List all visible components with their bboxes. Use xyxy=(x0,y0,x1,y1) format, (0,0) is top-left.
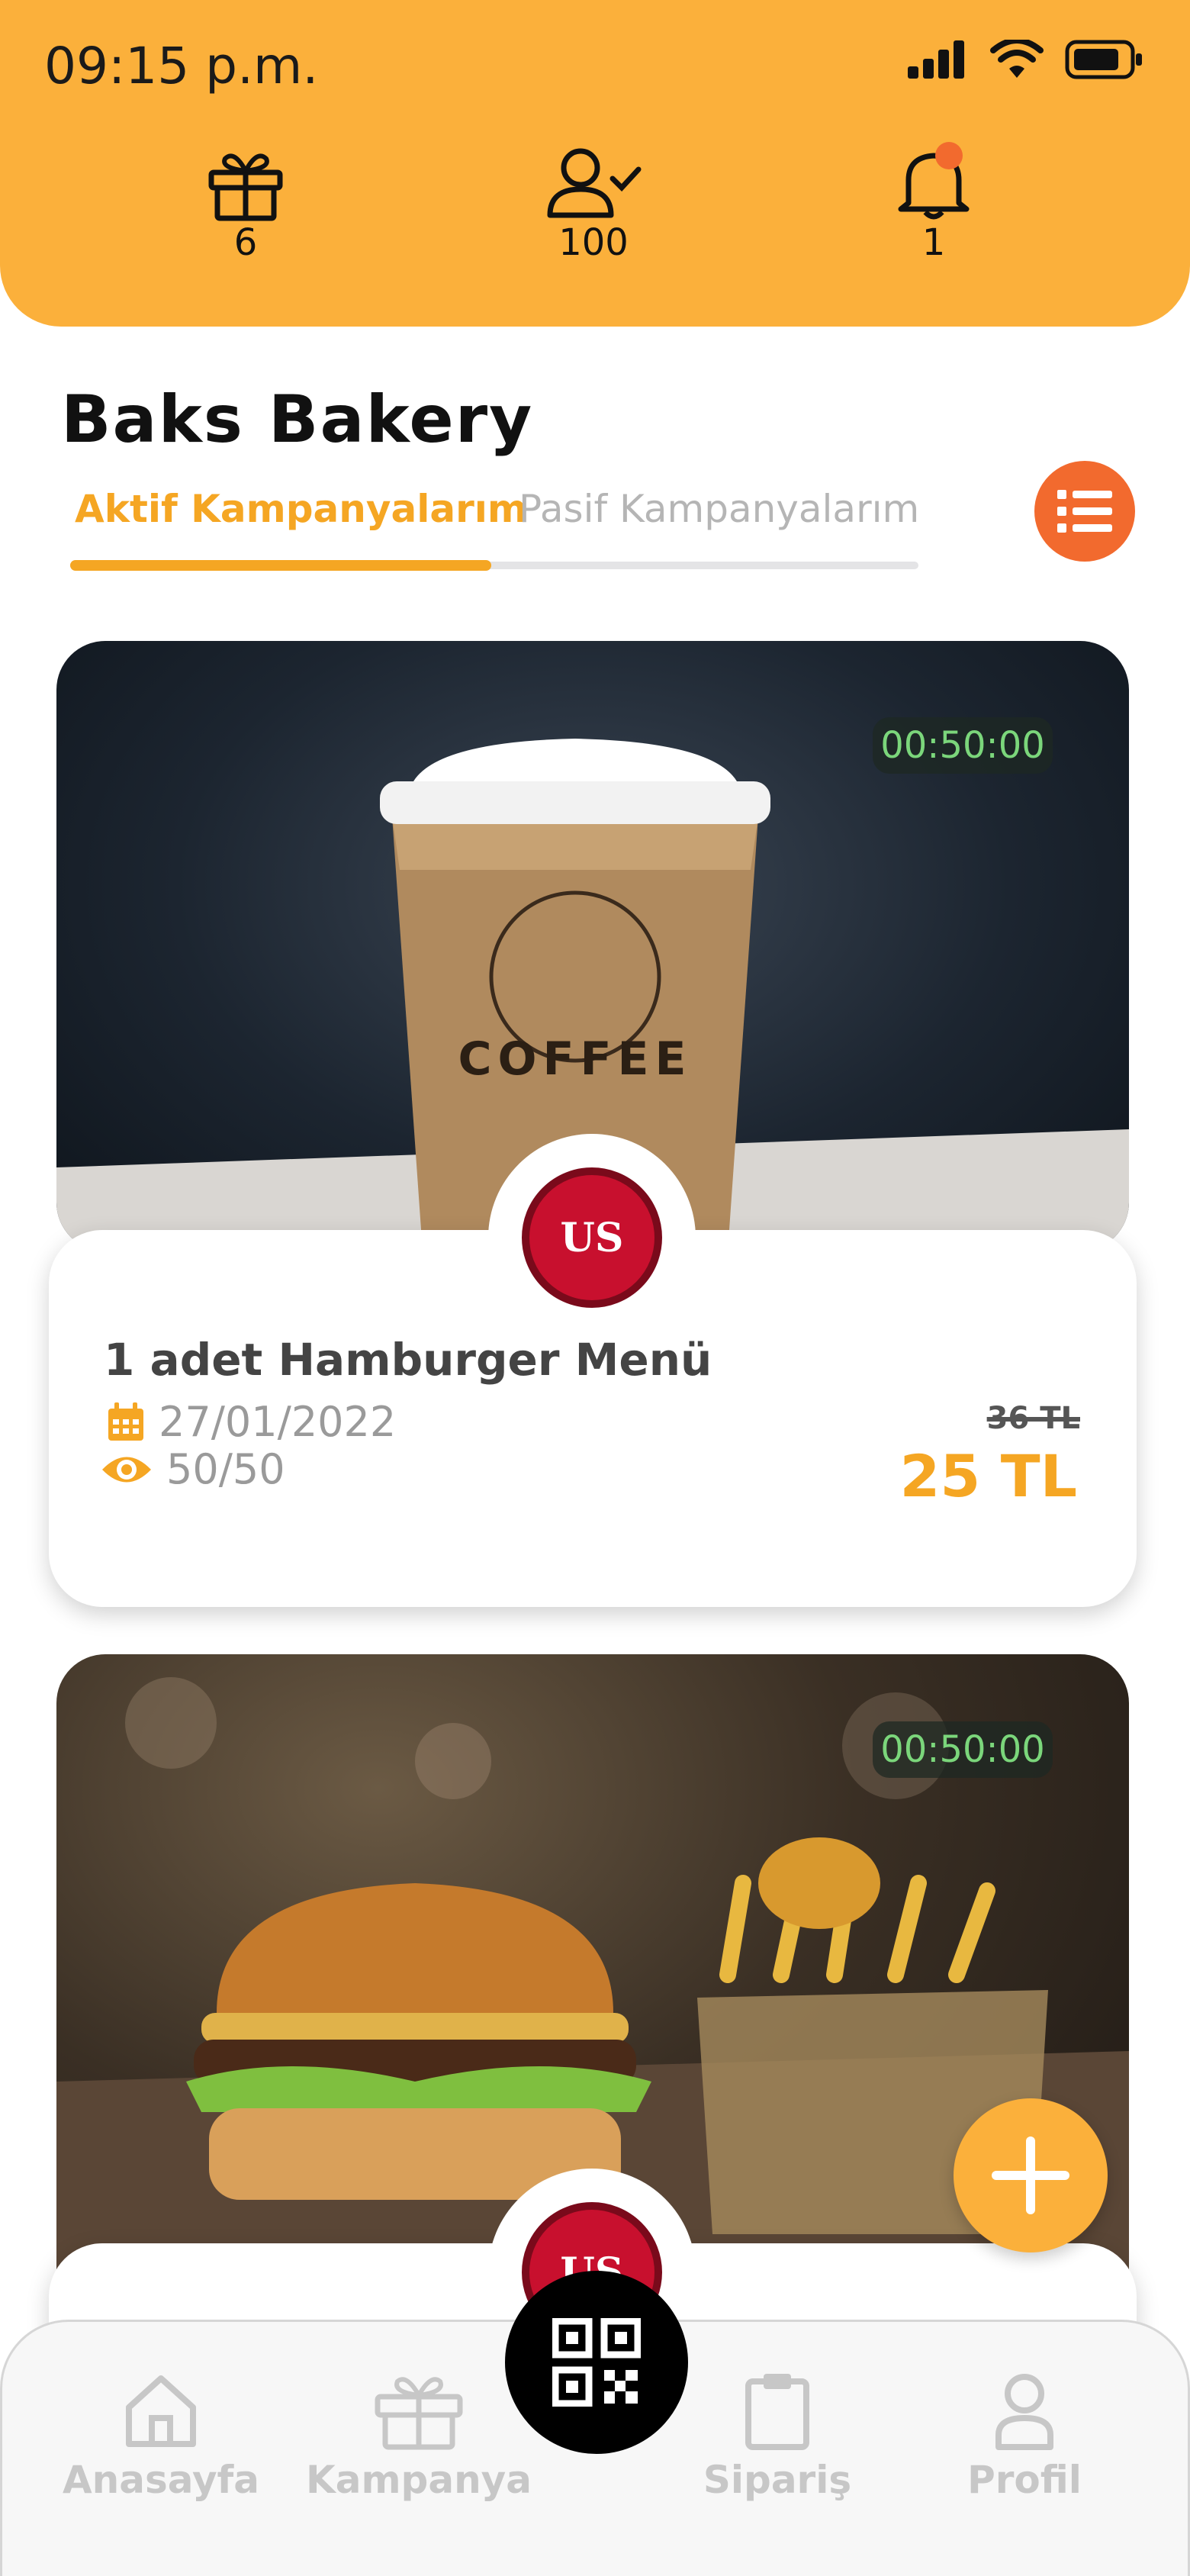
header: 09:15 p.m. 6 100 1 xyxy=(0,0,1190,327)
notification-dot xyxy=(935,142,963,169)
nav-orders[interactable]: Sipariş xyxy=(663,2371,892,2502)
notification-count: 1 xyxy=(921,221,946,264)
campaign-views: 50/50 xyxy=(166,1445,285,1493)
plus-icon xyxy=(992,2136,1069,2214)
bell-icon xyxy=(898,153,970,220)
clipboard-icon xyxy=(745,2374,809,2450)
tab-indicator xyxy=(70,560,491,571)
nav-profile-label: Profil xyxy=(967,2458,1082,2502)
campaign-date: 27/01/2022 xyxy=(159,1398,397,1446)
status-icons xyxy=(908,40,1144,79)
qr-scan-button[interactable] xyxy=(505,2271,688,2454)
new-price: 25 TL xyxy=(899,1442,1078,1510)
svg-text:COFFEE: COFFEE xyxy=(458,1032,693,1086)
calendar-icon xyxy=(108,1402,143,1441)
eye-icon xyxy=(102,1457,151,1482)
battery-icon xyxy=(1065,40,1142,79)
gift-icon xyxy=(208,153,283,221)
home-icon xyxy=(126,2375,196,2447)
campaign-timer: 00:50:00 xyxy=(873,1721,1053,1778)
campaign-timer: 00:50:00 xyxy=(873,717,1053,774)
gift-icon xyxy=(375,2377,463,2450)
stat-gifts[interactable]: 6 xyxy=(169,145,322,264)
brand-logo-text: US xyxy=(522,1167,662,1308)
old-price: 36 TL xyxy=(986,1401,1080,1436)
list-view-button[interactable] xyxy=(1034,461,1135,562)
brand-logo: US xyxy=(488,1134,696,1341)
list-icon xyxy=(1057,490,1112,533)
signal-icon xyxy=(908,40,964,79)
add-campaign-button[interactable] xyxy=(954,2098,1108,2252)
stat-followers[interactable]: 100 xyxy=(517,145,670,264)
nav-campaign-label: Kampanya xyxy=(305,2458,532,2502)
nav-home-label: Anasayfa xyxy=(62,2458,260,2502)
qr-code-icon xyxy=(552,2318,641,2407)
stat-notifications[interactable]: 1 xyxy=(857,142,1010,264)
wifi-icon xyxy=(990,40,1044,78)
gift-count: 6 xyxy=(233,221,258,264)
nav-campaign[interactable]: Kampanya xyxy=(304,2371,533,2502)
page-title: Baks Bakery xyxy=(61,382,534,458)
follower-count: 100 xyxy=(558,221,629,264)
campaign-date-row: 27/01/2022 xyxy=(107,1398,396,1446)
tab-passive-campaigns[interactable]: Pasif Kampanyalarım xyxy=(519,487,919,531)
campaign-views-row: 50/50 xyxy=(101,1445,285,1493)
user-icon xyxy=(995,2374,1053,2450)
nav-profile[interactable]: Profil xyxy=(910,2371,1139,2502)
nav-orders-label: Sipariş xyxy=(703,2458,852,2502)
campaign-title: 1 adet Hamburger Menü xyxy=(104,1334,712,1386)
tab-active-campaigns[interactable]: Aktif Kampanyalarım xyxy=(75,487,527,531)
nav-home[interactable]: Anasayfa xyxy=(47,2371,275,2502)
user-check-icon xyxy=(547,148,642,218)
status-time: 09:15 p.m. xyxy=(44,37,319,95)
